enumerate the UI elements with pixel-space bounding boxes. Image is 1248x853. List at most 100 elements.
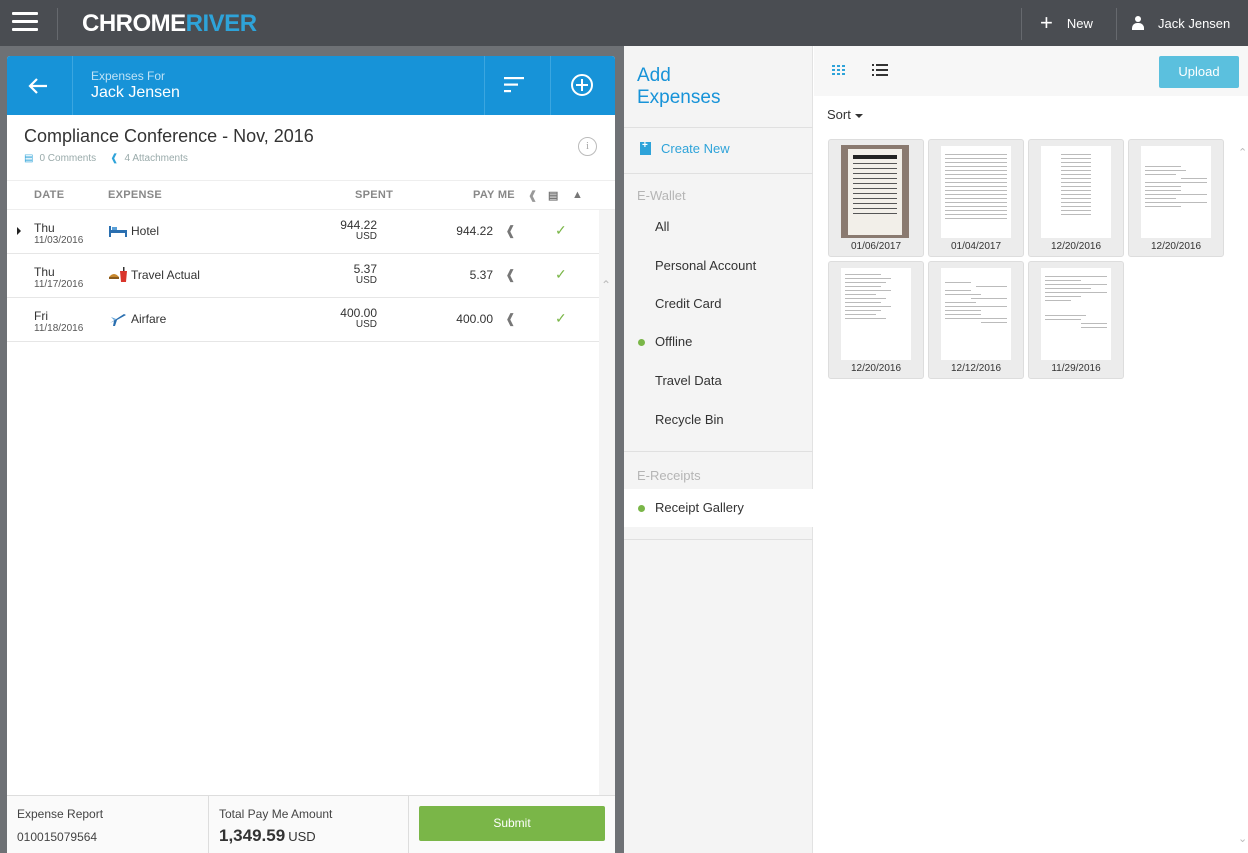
expense-report-number: 010015079564 [17, 830, 98, 844]
checkmark-icon: ✓ [555, 310, 567, 326]
create-new-link[interactable]: Create New [640, 140, 730, 156]
row-spent-currency: USD [355, 319, 377, 330]
nav-item-receipt-gallery[interactable]: Receipt Gallery [624, 489, 813, 527]
comments-link[interactable]: 0 Comments [39, 153, 96, 164]
col-warning-icon: ▲ [572, 189, 584, 201]
checkmark-icon: ✓ [555, 222, 567, 238]
status-dot-icon [638, 505, 645, 512]
receipt-image [841, 268, 911, 360]
divider [57, 8, 58, 40]
scroll-up-chevron-icon[interactable]: ⌃ [1238, 146, 1247, 159]
receipt-thumbnail[interactable]: 12/20/2016 [1028, 139, 1124, 257]
divider [624, 539, 813, 540]
row-date: 11/03/2016 [34, 235, 84, 246]
top-bar: CHROMERIVER + New Jack Jensen [0, 0, 1248, 46]
info-icon[interactable]: i [578, 137, 597, 156]
user-menu-button[interactable]: Jack Jensen [1132, 0, 1230, 46]
total-payme-label: Total Pay Me Amount [219, 807, 333, 821]
expense-panel: Expenses For Jack Jensen Compliance Conf… [7, 56, 615, 853]
scroll-down-chevron-icon[interactable]: ⌄ [1238, 832, 1247, 845]
receipt-date: 12/12/2016 [950, 363, 1002, 374]
submit-button[interactable]: Submit [419, 806, 605, 841]
back-arrow-icon[interactable] [27, 75, 49, 97]
nav-item-label: Recycle Bin [655, 412, 724, 427]
divider [208, 796, 209, 853]
nav-item-personal-account[interactable]: Personal Account [624, 247, 813, 285]
col-payme[interactable]: PAY ME [473, 189, 515, 201]
nav-item-label: Credit Card [655, 296, 722, 311]
receipt-date: 01/04/2017 [950, 241, 1002, 252]
sort-icon[interactable] [504, 76, 526, 94]
checkmark-icon: ✓ [555, 266, 567, 282]
row-category: Hotel [131, 224, 160, 238]
receipt-image [1041, 268, 1111, 360]
panel-header: Expenses For Jack Jensen [7, 56, 615, 115]
nav-item-label: All [655, 219, 670, 234]
row-day: Thu [34, 265, 55, 279]
divider [1021, 8, 1022, 40]
divider [550, 56, 551, 115]
nav-item-label: Receipt Gallery [655, 500, 744, 515]
chevron-down-icon [854, 113, 863, 118]
receipt-thumbnail[interactable]: 12/20/2016 [828, 261, 924, 379]
list-view-icon[interactable] [872, 63, 888, 77]
airplane-icon [110, 314, 126, 326]
scroll-up-chevron-icon[interactable]: ⌃ [601, 278, 611, 292]
row-spent-currency: USD [355, 275, 377, 286]
panel-footer: Expense Report 010015079564 Total Pay Me… [7, 795, 615, 853]
col-date[interactable]: DATE [34, 189, 64, 201]
upload-button[interactable]: Upload [1159, 56, 1239, 88]
new-button[interactable]: + New [1040, 0, 1093, 46]
table-row[interactable]: Fri 11/18/2016 Airfare 400.00 USD 400.00 … [7, 298, 599, 342]
row-payme: 5.37 [469, 268, 493, 282]
add-circle-icon[interactable] [570, 73, 594, 97]
row-category: Travel Actual [131, 268, 200, 282]
nav-title-line2: Expenses [637, 87, 721, 108]
table-row[interactable]: Thu 11/03/2016 Hotel 944.22 USD 944.22 ❰ … [7, 210, 599, 254]
paperclip-icon[interactable]: ❰ [505, 223, 516, 239]
receipt-image [941, 268, 1011, 360]
add-expenses-nav: Add Expenses Create New E-Wallet All Per… [624, 46, 813, 853]
receipt-thumbnail[interactable]: 01/06/2017 [828, 139, 924, 257]
expand-caret-icon[interactable] [17, 227, 21, 235]
row-date: 11/18/2016 [34, 323, 84, 334]
nav-item-label: Travel Data [655, 373, 722, 388]
col-expense[interactable]: EXPENSE [108, 189, 162, 201]
row-spent: 5.37 USD [353, 262, 377, 286]
divider [484, 56, 485, 115]
scrollbar[interactable] [599, 210, 615, 850]
receipt-thumbnail[interactable]: 01/04/2017 [928, 139, 1024, 257]
paperclip-icon[interactable]: ❰ [505, 311, 516, 327]
row-category: Airfare [131, 312, 167, 326]
row-spent-value: 5.37 [353, 262, 377, 276]
hotel-icon [109, 226, 127, 237]
nav-item-offline[interactable]: Offline [624, 323, 813, 361]
table-row[interactable]: Thu 11/17/2016 Travel Actual 5.37 USD 5.3… [7, 254, 599, 298]
receipt-thumbnail[interactable]: 11/29/2016 [1028, 261, 1124, 379]
comment-icon: ▤ [24, 153, 34, 164]
receipt-image [1041, 146, 1111, 238]
row-spent: 400.00 USD [340, 307, 377, 330]
grid-view-icon[interactable] [832, 65, 845, 75]
nav-item-recycle-bin[interactable]: Recycle Bin [624, 401, 813, 439]
total-payme-amount: 1,349.59 USD [219, 826, 316, 846]
receipt-thumbnail[interactable]: 12/12/2016 [928, 261, 1024, 379]
nav-item-all[interactable]: All [624, 208, 813, 246]
row-spent-currency: USD [355, 231, 377, 242]
logo-main: CHROME [82, 10, 186, 37]
food-icon [109, 267, 127, 282]
paperclip-icon[interactable]: ❰ [505, 267, 516, 283]
col-spent[interactable]: SPENT [355, 189, 393, 201]
receipt-thumbnail[interactable]: 12/20/2016 [1128, 139, 1224, 257]
hamburger-menu-icon[interactable] [12, 12, 38, 34]
report-meta: ▤ 0 Comments ❰ 4 Attachments [24, 153, 188, 164]
nav-title: Add Expenses [637, 65, 720, 109]
nav-item-label: Offline [655, 334, 693, 349]
total-payme-value: 1,349.59 [219, 826, 286, 845]
attachments-link[interactable]: 4 Attachments [125, 153, 188, 164]
receipt-gallery: Upload Sort ⌃ ⌄ 01/06/2017 01/04/2017 12… [814, 46, 1248, 853]
nav-item-credit-card[interactable]: Credit Card [624, 285, 813, 323]
nav-item-travel-data[interactable]: Travel Data [624, 362, 813, 400]
sort-dropdown[interactable]: Sort [827, 107, 863, 122]
paperclip-icon: ❰ [110, 153, 119, 164]
